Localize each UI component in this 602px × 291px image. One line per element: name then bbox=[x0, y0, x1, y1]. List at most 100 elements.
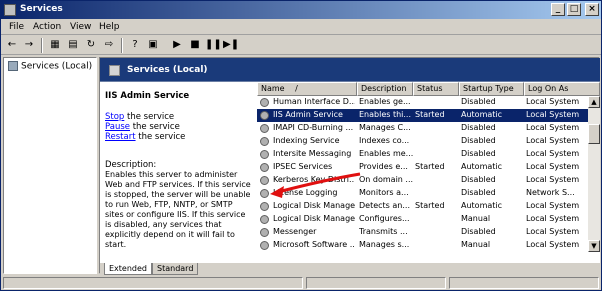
column-header-log-on-as[interactable]: Log On As bbox=[524, 82, 600, 96]
vertical-scrollbar[interactable]: ▲ ▼ bbox=[588, 96, 600, 252]
tab-standard[interactable]: Standard bbox=[152, 263, 199, 275]
service-log-on-as: Local System bbox=[526, 136, 580, 145]
action-suffix: the service bbox=[124, 112, 175, 122]
service-gear-icon bbox=[260, 124, 269, 133]
menu-help[interactable]: Help bbox=[99, 22, 120, 32]
service-row[interactable]: Messenger Transmits ... Disabled Local Syst… bbox=[257, 226, 588, 239]
service-log-on-as: Local System bbox=[526, 201, 580, 210]
toolbar: ← → ▦ ▤ ↻ ⇨ ? ▣ ▶ ■ ❚❚ ▶❚ bbox=[1, 36, 601, 55]
service-name: Microsoft Software ... bbox=[273, 240, 355, 249]
service-description-cell: Enables thi... bbox=[359, 110, 412, 119]
service-description-cell: On domain ... bbox=[359, 175, 413, 184]
pause-action: Pause the service bbox=[105, 122, 180, 132]
list-header: Name / Description Status Startup Type L… bbox=[257, 82, 600, 96]
service-startup-type: Automatic bbox=[461, 110, 503, 119]
menu-view[interactable]: View bbox=[70, 22, 91, 32]
service-row[interactable]: Logical Disk Manager Detects an... Started… bbox=[257, 200, 588, 213]
service-description: Enables this server to administer Web an… bbox=[105, 170, 251, 249]
restart-action: Restart the service bbox=[105, 132, 185, 142]
close-button[interactable]: × bbox=[585, 3, 599, 16]
service-gear-icon bbox=[260, 150, 269, 159]
service-log-on-as: Local System bbox=[526, 240, 580, 249]
pause-service-link[interactable]: Pause bbox=[105, 122, 130, 132]
service-startup-type: Disabled bbox=[461, 149, 496, 158]
services-window: Services _ □ × File Action View Help ← →… bbox=[0, 0, 602, 291]
show-hide-tree-icon[interactable]: ▦ bbox=[47, 38, 63, 52]
column-header-name[interactable]: Name / bbox=[257, 82, 357, 96]
service-description-cell: Configures... bbox=[359, 214, 410, 223]
service-status: Started bbox=[415, 162, 445, 171]
service-gear-icon bbox=[260, 202, 269, 211]
service-gear-icon bbox=[260, 241, 269, 250]
status-pane bbox=[449, 277, 599, 289]
pane-title: Services (Local) bbox=[127, 65, 208, 75]
stop-action: Stop the service bbox=[105, 112, 174, 122]
help-icon[interactable]: ? bbox=[127, 38, 143, 52]
details-pane: Services (Local) IIS Admin Service Stop … bbox=[99, 57, 600, 275]
service-log-on-as: Local System bbox=[526, 227, 580, 236]
minimize-button[interactable]: _ bbox=[551, 3, 565, 16]
restart-icon[interactable]: ▶❚ bbox=[223, 38, 239, 52]
start-icon[interactable]: ▶ bbox=[169, 38, 185, 52]
service-name: IMAPI CD-Burning ... bbox=[273, 123, 354, 132]
column-header-startup-type[interactable]: Startup Type bbox=[459, 82, 524, 96]
service-row[interactable]: Human Interface D... Enables ge... Disable… bbox=[257, 96, 588, 109]
refresh-icon[interactable]: ↻ bbox=[83, 38, 99, 52]
tree-item-services-local[interactable]: Services (Local) bbox=[8, 61, 92, 72]
service-row[interactable]: Indexing Service Indexes co... Disabled Loc… bbox=[257, 135, 588, 148]
service-startup-type: Disabled bbox=[461, 97, 496, 106]
menu-bar: File Action View Help bbox=[1, 20, 601, 35]
service-name: Logical Disk Manage... bbox=[273, 214, 355, 223]
service-description-cell: Manages C... bbox=[359, 123, 411, 132]
service-row[interactable]: IMAPI CD-Burning ... Manages C... Disabled… bbox=[257, 122, 588, 135]
service-description-cell: Monitors a... bbox=[359, 188, 409, 197]
export-icon[interactable]: ⇨ bbox=[101, 38, 117, 52]
action-suffix: the service bbox=[130, 122, 180, 132]
menu-file[interactable]: File bbox=[9, 22, 24, 32]
service-log-on-as: Network S... bbox=[526, 188, 575, 197]
maximize-button[interactable]: □ bbox=[567, 3, 581, 16]
service-description-cell: Provides e... bbox=[359, 162, 408, 171]
service-row[interactable]: Microsoft Software ... Manages s... Manual… bbox=[257, 239, 588, 252]
scroll-down-icon[interactable]: ▼ bbox=[588, 240, 600, 252]
status-pane bbox=[306, 277, 446, 289]
title-bar[interactable]: Services _ □ × bbox=[1, 1, 601, 19]
service-name: Intersite Messaging bbox=[273, 149, 352, 158]
service-row[interactable]: Logical Disk Manage... Configures... Manua… bbox=[257, 213, 588, 226]
pause-icon[interactable]: ❚❚ bbox=[205, 38, 222, 52]
service-description-cell: Enables ge... bbox=[359, 97, 411, 106]
service-name: Human Interface D... bbox=[273, 97, 355, 106]
service-startup-type: Disabled bbox=[461, 188, 496, 197]
service-name: Messenger bbox=[273, 227, 317, 236]
service-row[interactable]: Intersite Messaging Enables me... Disabled… bbox=[257, 148, 588, 161]
service-startup-type: Automatic bbox=[461, 162, 503, 171]
window-title: Services bbox=[20, 4, 63, 14]
scroll-thumb[interactable] bbox=[588, 124, 600, 144]
service-row[interactable]: IIS Admin Service Enables thi... Started Au… bbox=[257, 109, 588, 122]
column-header-description[interactable]: Description bbox=[357, 82, 413, 96]
service-log-on-as: Local System bbox=[526, 149, 580, 158]
help-topics-icon[interactable]: ▣ bbox=[145, 38, 161, 52]
tab-extended[interactable]: Extended bbox=[104, 263, 152, 275]
scroll-up-icon[interactable]: ▲ bbox=[588, 96, 600, 108]
toolbar-separator bbox=[41, 38, 43, 53]
stop-icon[interactable]: ■ bbox=[187, 38, 203, 52]
view-tabs: Extended Standard bbox=[100, 263, 600, 275]
services-icon bbox=[8, 61, 18, 71]
service-description-cell: Transmits ... bbox=[359, 227, 408, 236]
restart-service-link[interactable]: Restart bbox=[105, 132, 136, 142]
properties-icon[interactable]: ▤ bbox=[65, 38, 81, 52]
action-suffix: the service bbox=[135, 132, 186, 142]
column-header-status[interactable]: Status bbox=[413, 82, 459, 96]
stop-service-link[interactable]: Stop bbox=[105, 112, 124, 122]
selected-service-name: IIS Admin Service bbox=[105, 91, 190, 101]
service-description-cell: Indexes co... bbox=[359, 136, 410, 145]
forward-icon[interactable]: → bbox=[21, 38, 37, 52]
service-startup-type: Automatic bbox=[461, 201, 503, 210]
services-list: Name / Description Status Startup Type L… bbox=[257, 82, 600, 252]
tree-item-label: Services (Local) bbox=[21, 61, 93, 72]
services-icon bbox=[109, 65, 120, 76]
back-icon[interactable]: ← bbox=[4, 38, 20, 52]
menu-action[interactable]: Action bbox=[33, 22, 61, 32]
service-log-on-as: Local System bbox=[526, 162, 580, 171]
